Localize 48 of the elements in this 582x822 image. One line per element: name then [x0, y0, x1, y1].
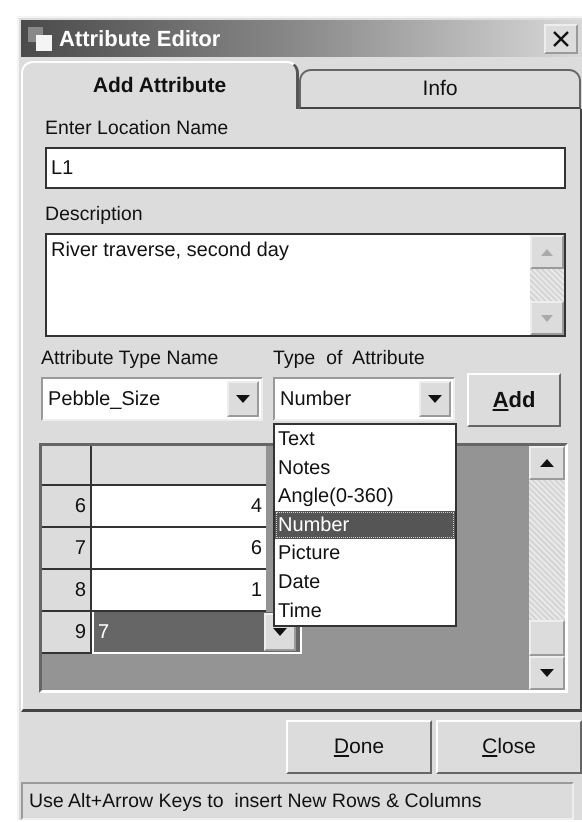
down-arrow-icon	[541, 314, 553, 322]
field-label: Description	[45, 202, 144, 227]
field-label: Enter Location Name	[45, 116, 230, 141]
tab[interactable]: Info	[299, 69, 581, 109]
dropdown-option[interactable]: Text	[275, 425, 455, 454]
attribute-type-name-dropdown[interactable]: Pebble_Size	[41, 377, 263, 421]
field-value: River traverse, second day	[50, 238, 290, 263]
add-button[interactable]: Add	[467, 373, 561, 427]
down-arrow-icon	[236, 395, 250, 403]
field-label: Type of Attribute	[273, 346, 426, 371]
dropdown-option[interactable]: Picture	[275, 539, 455, 568]
table-cell[interactable]: 1	[92, 570, 266, 612]
dropdown-option[interactable]: Notes	[275, 454, 455, 482]
cell-value: 7	[97, 620, 110, 645]
table-cell[interactable]: 4	[92, 486, 266, 528]
status-bar: Use Alt+Arrow Keys to insert New Rows & Columns	[21, 782, 574, 820]
location-name-field[interactable]: L1	[45, 147, 566, 189]
down-arrow-icon	[428, 395, 442, 403]
dropdown-option[interactable]: Angle(0-360)	[275, 482, 455, 511]
down-arrow-icon	[540, 669, 554, 677]
window-icon	[27, 26, 53, 52]
scroll-thumb[interactable]	[529, 620, 565, 656]
dialog-button[interactable]: Close	[436, 720, 582, 774]
description-field[interactable]: River traverse, second day	[45, 233, 566, 337]
dropdown-option[interactable]: Number	[275, 510, 455, 540]
field-label: Attribute Type Name	[41, 346, 220, 371]
close-icon	[552, 30, 570, 48]
scroll-down-button[interactable]	[529, 656, 565, 690]
attribute-type-dropdown[interactable]: Number	[273, 377, 455, 421]
dropdown-option[interactable]: Date	[275, 568, 455, 597]
dialog-button[interactable]: Done	[286, 720, 432, 774]
row-header[interactable]: 9	[42, 612, 92, 654]
scrollbar[interactable]	[529, 446, 565, 690]
row-header[interactable]: 8	[42, 570, 92, 612]
down-arrow-icon	[273, 628, 287, 636]
dropdown-button[interactable]	[419, 381, 451, 417]
scroll-up-button[interactable]	[529, 446, 565, 480]
corner-header	[42, 446, 92, 486]
up-arrow-icon	[541, 248, 553, 256]
dropdown-button[interactable]	[227, 381, 259, 417]
up-arrow-icon	[540, 459, 554, 467]
window-title: Attribute Editor	[59, 26, 222, 52]
close-button[interactable]	[544, 24, 578, 54]
row-header[interactable]: 6	[42, 486, 92, 528]
column-header[interactable]	[92, 446, 266, 486]
tab[interactable]: Add Attribute	[21, 61, 299, 109]
row-header[interactable]: 7	[42, 528, 92, 570]
table-cell[interactable]: 6	[92, 528, 266, 570]
